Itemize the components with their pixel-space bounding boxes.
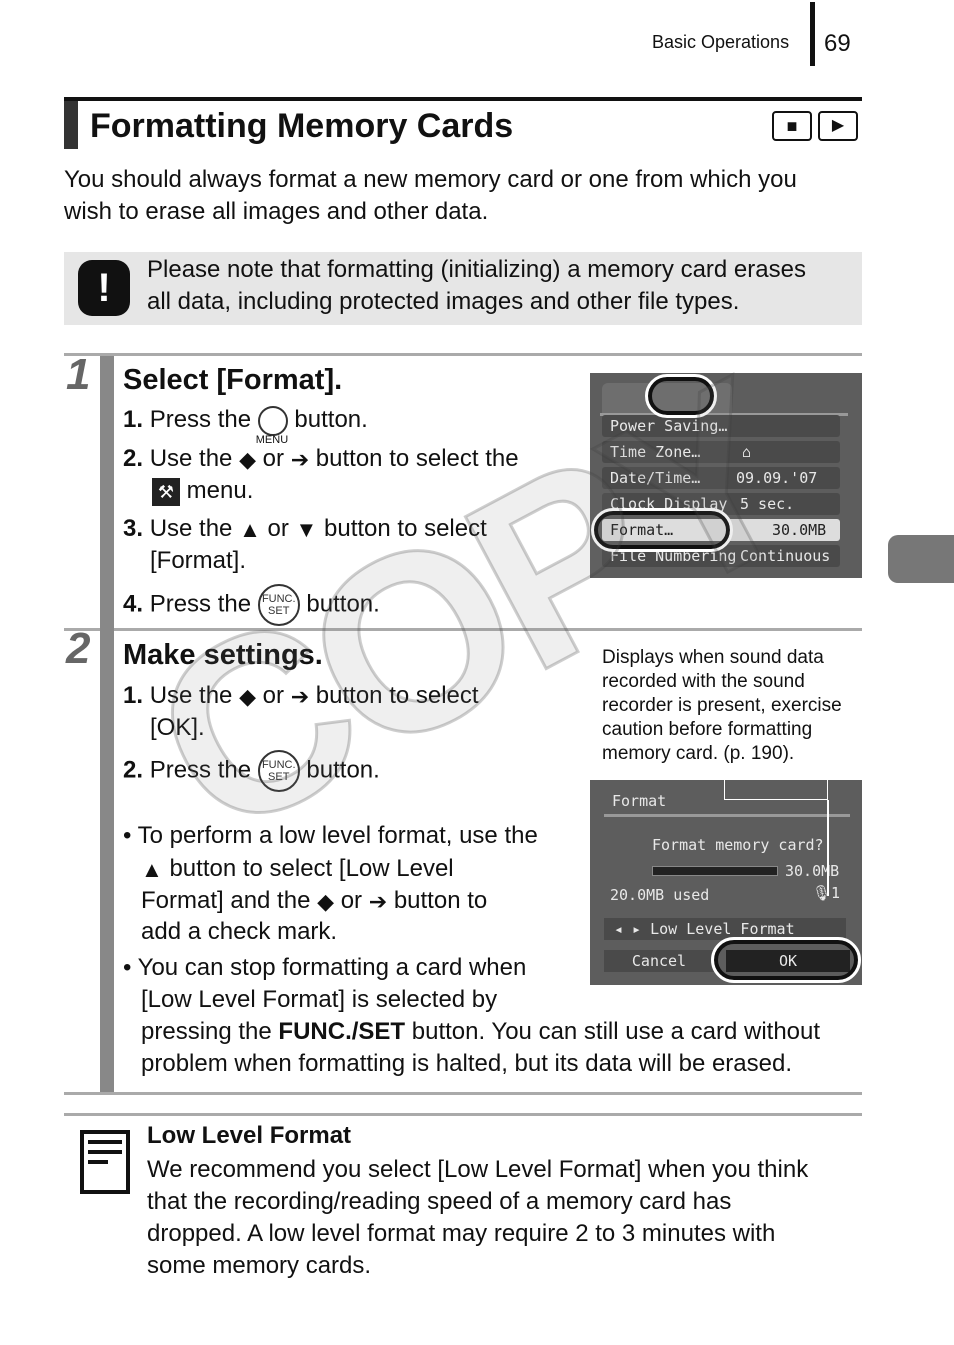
- bullet: pressing the FUNC./SET button. You can s…: [141, 1018, 821, 1045]
- note-line: that the recording/reading speed of a me…: [147, 1188, 732, 1215]
- left-arrow-icon: ◆: [239, 446, 256, 472]
- instruction: 3. Use the ▲ or ▼ button to select: [123, 513, 487, 546]
- step-title: Select [Format].: [123, 364, 343, 396]
- camera-menu-screen: Power Saving… Time Zone… ⌂ Date/Time… 09.0…: [590, 373, 862, 578]
- up-arrow-icon: ▲: [239, 516, 261, 542]
- menu-row: Time Zone… ⌂: [602, 441, 840, 463]
- intro-line: You should always format a new memory ca…: [64, 166, 797, 193]
- instruction: [Format].: [150, 547, 247, 574]
- note-title: Low Level Format: [147, 1122, 352, 1149]
- caution-text: all data, including protected images and…: [147, 288, 740, 315]
- note-line: some memory cards.: [147, 1252, 372, 1279]
- settings-menu-icon: ⚒: [152, 477, 180, 506]
- bullet: Format] and the ◆ or ➔ button to: [141, 885, 487, 918]
- page-number: 69: [824, 30, 851, 57]
- step-number: 2: [66, 624, 91, 673]
- side-tab: [888, 535, 954, 583]
- instruction: 2. Press the FUNC. SET button.: [123, 750, 380, 792]
- func-set-icon: FUNC. SET: [257, 584, 300, 626]
- instruction: ⚒ menu.: [152, 475, 253, 507]
- section-label: Basic Operations: [652, 32, 790, 52]
- bullet: ▲ button to select [Low Level: [141, 853, 454, 886]
- caution-icon: !: [78, 260, 130, 316]
- note-line: We recommend you select [Low Level Forma…: [147, 1156, 809, 1183]
- menu-row: Power Saving…: [602, 415, 840, 437]
- caution-text: Please note that formatting (initializin…: [147, 256, 806, 283]
- left-arrow-icon: ◆: [317, 888, 335, 914]
- instruction: 1. Press the MENU button.: [123, 405, 368, 446]
- step-title: Make settings.: [123, 639, 323, 671]
- low-level-format-option: ◂ ▸ Low Level Format: [604, 918, 846, 940]
- caution-box: ! Please note that formatting (initializ…: [64, 252, 862, 325]
- usage-bar: [652, 866, 778, 876]
- instruction: 2. Use the ◆ or ➔ button to select the: [123, 443, 519, 476]
- page-title: Formatting Memory Cards: [90, 107, 514, 145]
- header-divider: [810, 2, 815, 66]
- up-arrow-icon: ▲: [141, 856, 163, 882]
- callout-text: Displays when sound data recorded with th…: [602, 647, 842, 764]
- note-icon: [80, 1130, 130, 1194]
- bullet: add a check mark.: [141, 918, 338, 945]
- instruction: 4. Press the FUNC. SET button.: [123, 584, 380, 626]
- down-arrow-icon: ▼: [295, 516, 318, 542]
- right-arrow-icon: ➔: [290, 446, 310, 472]
- bullet: problem when formatting is halted, but i…: [141, 1050, 793, 1077]
- format-dialog-screen: Format Format memory card? 30.0MB 20.0MB…: [590, 780, 862, 985]
- cancel-option: Cancel: [604, 950, 714, 972]
- bullet: [Low Level Format] is selected by: [141, 986, 498, 1013]
- func-set-icon: FUNC. SET: [257, 750, 300, 792]
- note-line: dropped. A low level format may require …: [147, 1220, 776, 1247]
- right-arrow-icon: ➔: [368, 888, 388, 914]
- camera-icon: ■: [772, 111, 812, 141]
- menu-row: Date/Time…09.09.'07 10:00: [602, 467, 840, 509]
- intro-line: wish to erase all images and other data.: [64, 198, 489, 225]
- instruction: 1. Use the ◆ or ➔ button to select: [123, 680, 479, 713]
- step-number: 1: [66, 350, 91, 399]
- step-bar: [100, 356, 114, 1092]
- instruction: [OK].: [150, 714, 205, 741]
- left-arrow-icon: ◆: [239, 683, 256, 709]
- title-bar: Formatting Memory Cards ■ ▶: [64, 97, 862, 149]
- bullet: • To perform a low level format, use the: [123, 822, 538, 849]
- playback-icon: ▶: [818, 111, 858, 141]
- bullet: • You can stop formatting a card when: [123, 954, 527, 981]
- menu-button-icon: MENU: [256, 405, 288, 446]
- right-arrow-icon: ➔: [290, 683, 310, 709]
